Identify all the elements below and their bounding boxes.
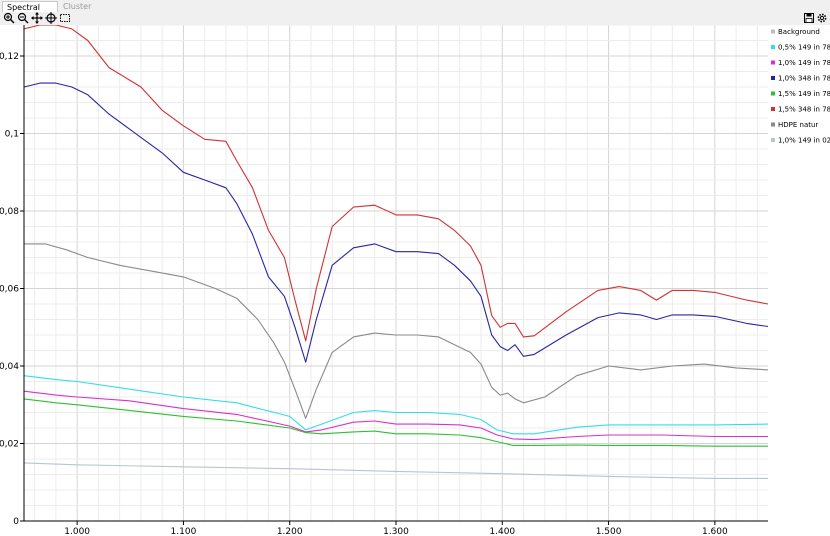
legend: Background 0,5% 149 in 785 1,0% 149 in 785… (771, 28, 830, 145)
y-tick-label: 0,12 (0, 52, 19, 62)
pan-icon[interactable] (31, 12, 43, 24)
legend-swatch (771, 107, 775, 111)
x-tick-label: 1.100 (171, 527, 197, 536)
legend-label[interactable]: HDPE natur (778, 121, 818, 129)
zoom-out-icon[interactable] (17, 12, 29, 24)
legend-swatch (771, 60, 775, 65)
legend-swatch (771, 76, 775, 80)
toolbar (0, 12, 830, 25)
legend-label[interactable]: Background (778, 28, 820, 36)
select-rect-icon[interactable] (59, 12, 71, 24)
y-tick-label: 0,1 (5, 130, 19, 140)
y-tick-label: 0,04 (0, 362, 19, 372)
save-icon[interactable] (803, 12, 815, 24)
legend-label[interactable]: 1,0% 348 in 785 (778, 75, 830, 83)
crosshair-icon[interactable] (45, 12, 57, 24)
tab-cluster-view[interactable]: Cluster view (59, 1, 109, 22)
zoom-in-icon[interactable] (3, 12, 15, 24)
legend-label[interactable]: 0,5% 149 in 785 (778, 44, 830, 52)
legend-label[interactable]: 1,5% 348 in 785 (778, 106, 830, 114)
legend-swatch (771, 45, 775, 49)
legend-swatch (771, 91, 775, 96)
settings-icon[interactable] (816, 12, 828, 24)
x-tick-label: 1.200 (277, 527, 303, 536)
tab-spectral-view[interactable]: Spectral view× (2, 1, 58, 23)
x-tick-label: 1.500 (596, 527, 622, 536)
legend-swatch (771, 29, 775, 34)
y-tick-label: 0,02 (0, 440, 19, 450)
x-tick-label: 1.600 (702, 527, 728, 536)
legend-swatch (771, 138, 775, 142)
legend-label[interactable]: 1,0% 149 in 020 (778, 137, 830, 145)
legend-label[interactable]: 1,5% 149 in 785 (778, 90, 830, 98)
legend-label[interactable]: 1,0% 149 in 785 (778, 59, 830, 67)
x-tick-label: 1.000 (64, 527, 90, 536)
x-tick-label: 1.300 (383, 527, 409, 536)
y-tick-label: 0 (13, 517, 19, 527)
legend-swatch (771, 122, 775, 127)
x-tick-label: 1.400 (489, 527, 515, 536)
plot-area[interactable]: 1.000 1.100 1.200 1.300 1.400 1.500 1.600 0 0,02… (0, 25, 830, 536)
grid (24, 25, 768, 521)
y-tick-label: 0,06 (0, 285, 19, 295)
spectral-chart[interactable]: 1.000 1.100 1.200 1.300 1.400 1.500 1.600 0 0,02… (0, 25, 830, 536)
y-tick-label: 0,08 (0, 207, 19, 217)
